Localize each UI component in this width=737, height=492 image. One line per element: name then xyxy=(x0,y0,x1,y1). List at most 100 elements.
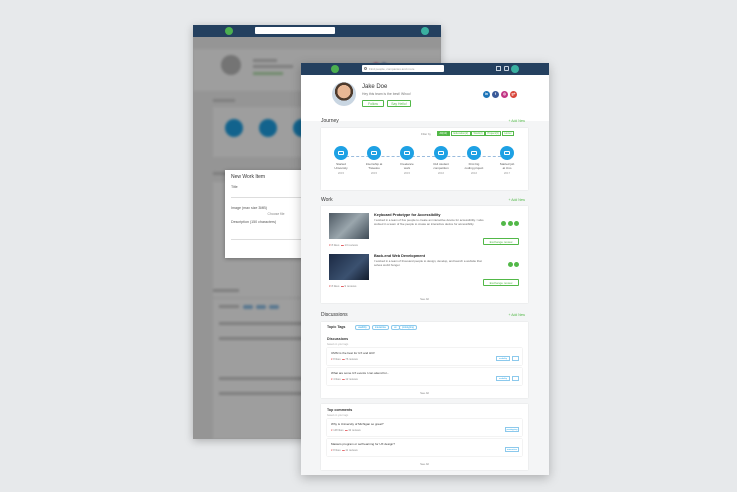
discussion-stats: ♥ 8 likes ▬ 76 reviews xyxy=(331,358,358,361)
linkedin-icon[interactable]: in xyxy=(483,91,490,98)
comment-tag-button[interactable]: prototyping xyxy=(505,427,519,432)
discussion-more-button[interactable] xyxy=(512,376,519,381)
top-comments-see-all[interactable]: See All xyxy=(321,462,528,466)
discussion-item[interactable]: What are some UX events I can attend for… xyxy=(327,368,522,385)
search-input[interactable]: Find people, companies and more xyxy=(362,65,444,72)
timeline-label: Started job at Uno xyxy=(499,162,515,170)
discussions-subtitle: Discussions xyxy=(327,337,349,341)
work-description: I worked in a team of five people to cre… xyxy=(374,218,484,226)
comment-tag-button[interactable]: interactive xyxy=(505,447,519,452)
link-icon[interactable] xyxy=(514,221,519,226)
timeline-node[interactable]: Started University 2015 xyxy=(327,146,355,175)
discussions-see-all[interactable]: See All xyxy=(321,391,528,395)
reviews-count: 11 reviews xyxy=(345,449,358,452)
work-item[interactable]: Back-end Web Development I worked in a t… xyxy=(329,254,519,292)
background-search-bar xyxy=(255,27,335,34)
top-comments-card: Top comments based on your tags Why is U… xyxy=(321,404,528,470)
work-item[interactable]: Keyboard Prototype for Accessibility I w… xyxy=(329,213,519,251)
discussion-tag-button[interactable]: usability xyxy=(496,376,510,381)
github-icon[interactable] xyxy=(501,221,506,226)
reviews-count: 32 reviews xyxy=(348,429,361,432)
timeline-label: CHI student competition xyxy=(433,162,449,170)
link-icon[interactable] xyxy=(514,262,519,267)
reviews-count: 13 reviews xyxy=(344,243,358,247)
filter-education[interactable]: Education(2) xyxy=(451,131,471,136)
top-comments-note: based on your tags xyxy=(327,414,349,417)
topic-tag[interactable]: interactive xyxy=(372,325,389,330)
grid-icon[interactable] xyxy=(496,66,501,71)
linkedin-icon[interactable] xyxy=(507,221,513,226)
discussions-add-new[interactable]: + Add New xyxy=(509,313,526,317)
journey-add-new[interactable]: + Add New xyxy=(509,119,526,123)
filter-project[interactable]: Project(3) xyxy=(485,131,502,136)
discussion-more-button[interactable] xyxy=(512,356,519,361)
comment-icon: ▬ xyxy=(340,284,344,288)
work-title: Work xyxy=(321,197,333,203)
laptop-icon xyxy=(467,146,481,160)
search-placeholder: Find people, companies and more xyxy=(369,67,415,71)
filter-all[interactable]: All(10) xyxy=(437,131,450,136)
journey-card: Filter by All(10) Education(2) Work(2) P… xyxy=(321,128,528,190)
topic-tag[interactable]: prototyping xyxy=(399,325,417,330)
timeline-node[interactable]: Internship at Traveloo 2015 xyxy=(360,146,388,175)
facebook-icon[interactable]: f xyxy=(492,91,499,98)
timeline-year: 2016 xyxy=(470,171,478,176)
top-comments-title: Top comments xyxy=(327,408,353,412)
laptop-icon xyxy=(400,146,414,160)
discussion-tag-button[interactable]: usability xyxy=(496,356,510,361)
comment-stats: ♥ 148 likes ▬ 32 reviews xyxy=(331,429,361,432)
filter-work[interactable]: Work(2) xyxy=(471,131,486,136)
discussions-card: Topic Tags usability interactive ux prot… xyxy=(321,322,528,398)
laptop-icon xyxy=(500,146,514,160)
timeline-label: Internship at Traveloo xyxy=(365,162,383,170)
reviews-count: 76 reviews xyxy=(345,358,358,361)
work-thumbnail[interactable] xyxy=(329,254,369,280)
work-title[interactable]: Keyboard Prototype for Accessibility xyxy=(374,213,441,217)
exchange-review-button[interactable]: Exchange review xyxy=(483,279,519,286)
timeline-node[interactable]: Freelance work 2015 xyxy=(393,146,421,175)
comment-question[interactable]: Masters program or self learning for UX … xyxy=(331,442,395,446)
timeline-node[interactable]: First big coding project 2016 xyxy=(460,146,488,175)
google-plus-icon[interactable]: g+ xyxy=(510,91,517,98)
work-description: I worked in a team of thousand people to… xyxy=(374,259,482,267)
discussion-question[interactable]: What are some UX events I can attend for… xyxy=(331,371,389,375)
discussion-stats: ♥ 4 likes ▬ 12 reviews xyxy=(331,378,358,381)
exchange-review-button[interactable]: Exchange review xyxy=(483,238,519,245)
likes-count: 148 likes xyxy=(333,429,344,432)
likes-count: 8 likes xyxy=(331,243,340,247)
say-hello-button[interactable]: Say Hello! xyxy=(387,100,411,107)
background-logo-icon xyxy=(225,27,233,35)
discussion-question[interactable]: UMSI is the best for UX and HCI! xyxy=(331,351,375,355)
likes-count: 8 likes xyxy=(333,358,341,361)
work-thumbnail[interactable] xyxy=(329,213,369,239)
user-avatar[interactable] xyxy=(511,65,519,73)
github-icon[interactable] xyxy=(507,262,513,267)
logo-icon[interactable] xyxy=(331,65,339,73)
filter-label: Filter by xyxy=(421,132,431,136)
timeline-year: 2016 xyxy=(437,171,445,176)
timeline-node[interactable]: Started job at Uno 2017 xyxy=(493,146,521,175)
filter-honor[interactable]: Honor xyxy=(502,131,515,136)
trophy-icon xyxy=(434,146,448,160)
work-title[interactable]: Back-end Web Development xyxy=(374,254,425,258)
work-link-icons xyxy=(506,254,519,272)
comment-item[interactable]: Why is University of Michigan so great? … xyxy=(327,419,522,436)
timeline-node[interactable]: CHI student competition 2016 xyxy=(427,146,455,175)
timeline-year: 2015 xyxy=(403,171,411,176)
comment-item[interactable]: Masters program or self learning for UX … xyxy=(327,439,522,456)
work-add-new[interactable]: + Add New xyxy=(509,198,526,202)
comment-question[interactable]: Why is University of Michigan so great? xyxy=(331,422,384,426)
follow-button[interactable]: Follow xyxy=(362,100,384,107)
instagram-icon[interactable]: ◎ xyxy=(501,91,508,98)
background-avatar xyxy=(421,27,429,35)
discussion-item[interactable]: UMSI is the best for UX and HCI! ♥ 8 lik… xyxy=(327,348,522,365)
timeline-label: Freelance work xyxy=(400,162,414,170)
work-card: Keyboard Prototype for Accessibility I w… xyxy=(321,206,528,303)
profile-avatar xyxy=(332,82,356,106)
topic-tag[interactable]: usability xyxy=(355,325,370,330)
message-icon[interactable] xyxy=(504,66,509,71)
work-see-all[interactable]: See All xyxy=(321,297,528,301)
profile-page: Find people, companies and more Jake Doe… xyxy=(301,63,549,475)
work-stats: ♥ 8 likes ▬ 13 reviews xyxy=(329,243,358,247)
discussions-note: based on your tags xyxy=(327,343,349,346)
